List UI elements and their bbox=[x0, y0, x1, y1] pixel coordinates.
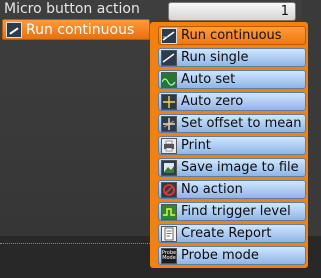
menu-item-run-continuous[interactable]: Run continuous bbox=[158, 26, 306, 45]
menu-item-label: Run continuous bbox=[181, 28, 282, 43]
menu-item-label: No action bbox=[181, 182, 243, 197]
menu-item-label: Auto set bbox=[181, 72, 236, 87]
probe-mode-icon: Probe Mode bbox=[161, 247, 177, 264]
menu-item-label: Set offset to mean bbox=[181, 116, 302, 131]
run-single-icon bbox=[161, 49, 177, 66]
auto-set-icon bbox=[161, 71, 177, 88]
menu-item-run-single[interactable]: Run single bbox=[158, 48, 306, 67]
value-field[interactable]: 1 bbox=[168, 2, 296, 21]
menu-item-find-trigger-level[interactable]: Find trigger level bbox=[158, 202, 306, 221]
menu-item-auto-zero[interactable]: Auto zero bbox=[158, 92, 306, 111]
save-image-icon bbox=[161, 159, 177, 176]
menu-item-label: Auto zero bbox=[181, 94, 244, 109]
action-dropdown[interactable]: Run continuous bbox=[2, 19, 150, 40]
menu-item-label: Run single bbox=[181, 50, 249, 65]
menu-item-label: Probe mode bbox=[181, 248, 259, 263]
menu-item-label: Print bbox=[181, 138, 211, 153]
menu-item-no-action[interactable]: No action bbox=[158, 180, 306, 199]
menu-item-create-report[interactable]: Create Report bbox=[158, 224, 306, 243]
action-menu: Run continuous Run single Auto set Auto … bbox=[150, 22, 308, 268]
menu-item-probe-mode[interactable]: Probe Mode Probe mode bbox=[158, 246, 306, 265]
report-icon bbox=[161, 225, 177, 242]
grid-line bbox=[0, 243, 160, 244]
run-continuous-icon bbox=[6, 21, 22, 38]
auto-zero-icon bbox=[161, 93, 177, 110]
micro-button-action-label: Micro button action bbox=[4, 1, 140, 17]
run-continuous-icon bbox=[161, 27, 177, 44]
action-dropdown-label: Run continuous bbox=[26, 21, 135, 38]
menu-item-label: Save image to file bbox=[181, 160, 299, 175]
menu-item-auto-set[interactable]: Auto set bbox=[158, 70, 306, 89]
menu-item-label: Create Report bbox=[181, 226, 272, 241]
menu-item-label: Find trigger level bbox=[181, 204, 291, 219]
no-action-icon bbox=[161, 181, 177, 198]
menu-item-save-image-to-file[interactable]: Save image to file bbox=[158, 158, 306, 177]
menu-item-set-offset-to-mean[interactable]: Set offset to mean bbox=[158, 114, 306, 133]
menu-item-print[interactable]: Print bbox=[158, 136, 306, 155]
printer-icon bbox=[161, 137, 177, 154]
trigger-level-icon bbox=[161, 203, 177, 220]
offset-mean-icon bbox=[161, 115, 177, 132]
